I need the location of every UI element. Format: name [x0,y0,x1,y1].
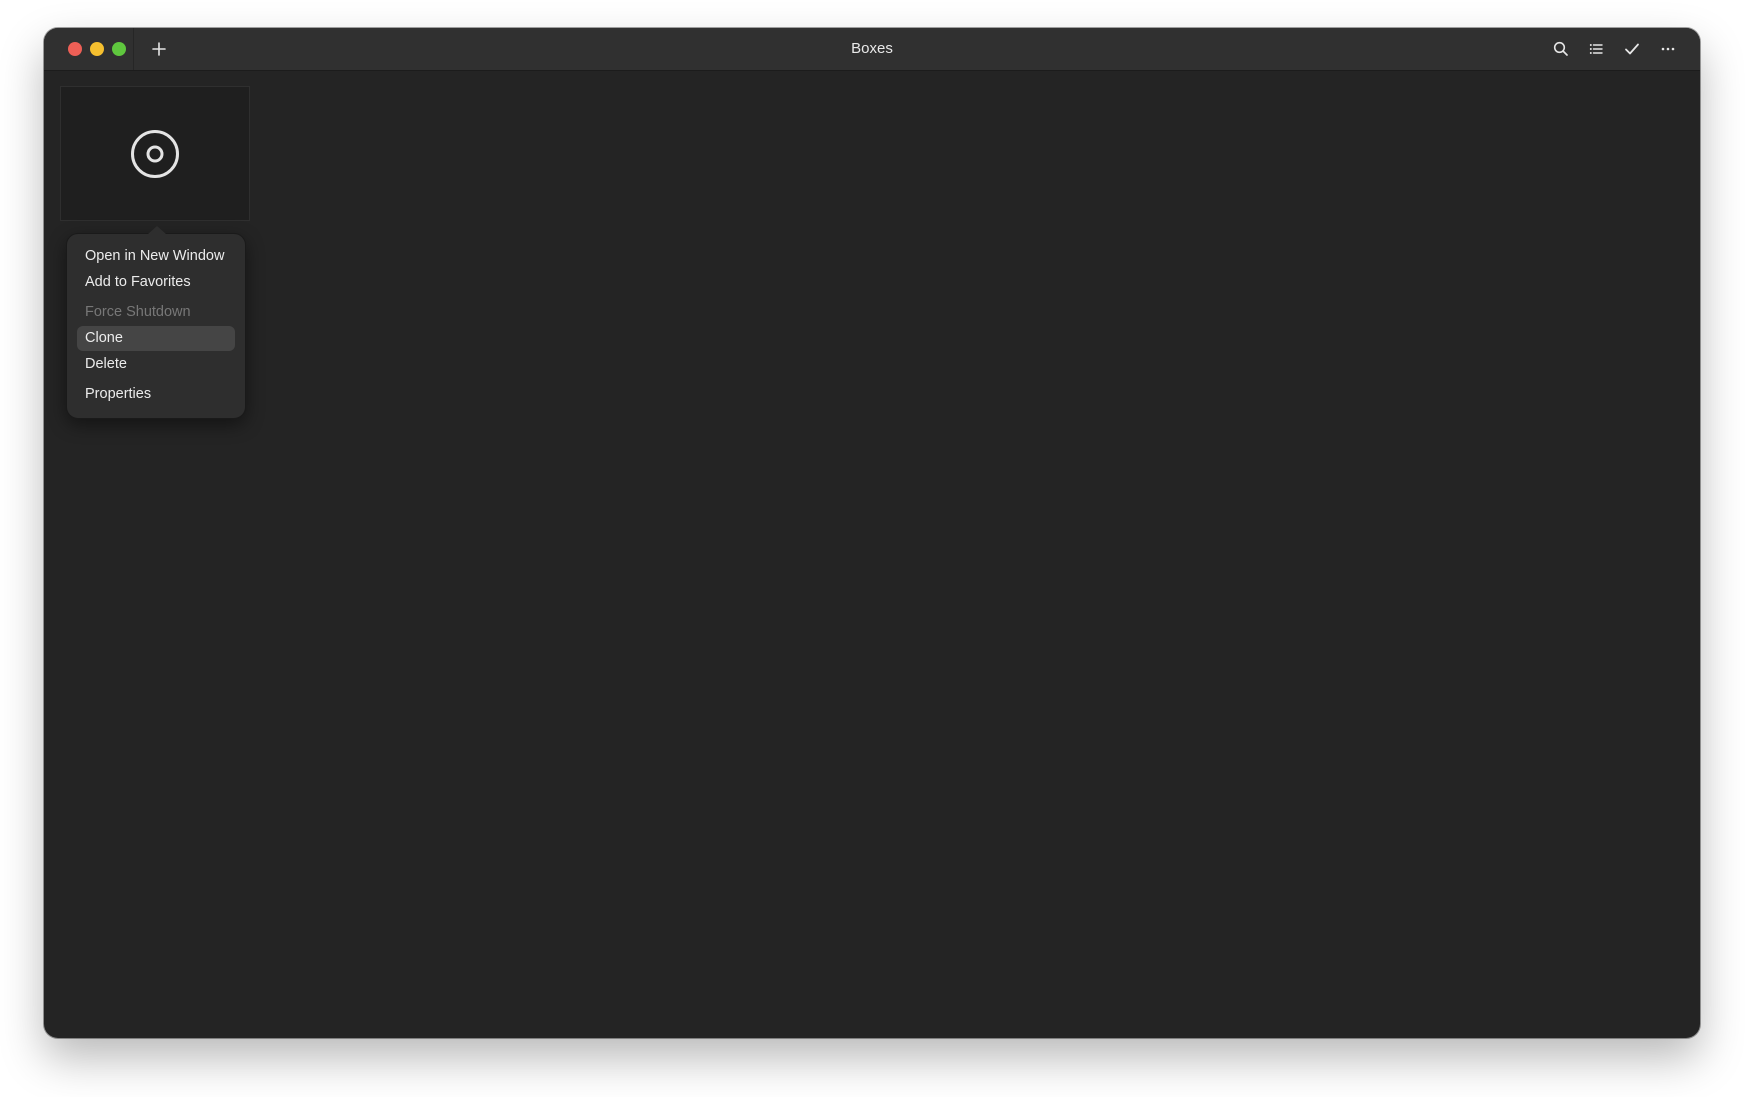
maximize-window-button[interactable] [112,42,126,56]
menu-item-open-in-new-window[interactable]: Open in New Window [77,244,235,269]
minimize-window-button[interactable] [90,42,104,56]
new-box-button[interactable] [147,37,171,61]
more-icon [1661,47,1675,51]
window-title: Boxes [851,40,893,57]
boxes-window: Boxes Open in New Window Add to Favorite… [44,28,1700,1038]
menu-item-force-shutdown: Force Shutdown [85,304,191,320]
popover-arrow [148,226,166,234]
menu-item-clone[interactable]: Clone [77,326,235,351]
box-thumbnail[interactable] [60,86,250,221]
menu-item-properties[interactable]: Properties [77,382,235,407]
plus-icon [152,42,166,56]
search-icon [1553,41,1568,56]
list-view-button[interactable] [1584,37,1608,61]
list-view-icon [1589,44,1603,54]
title-bar: Boxes [44,28,1700,71]
menu-item-delete[interactable]: Delete [77,352,235,377]
disc-icon [131,129,179,178]
boxes-collection-view: Open in New Window Add to Favorites Forc… [44,71,1700,1038]
search-button[interactable] [1549,37,1573,61]
menu-item-add-to-favorites[interactable]: Add to Favorites [77,270,235,295]
close-window-button[interactable] [68,42,82,56]
box-context-menu: Open in New Window Add to Favorites Forc… [66,226,246,419]
titlebar-divider [133,28,134,70]
selection-mode-button[interactable] [1620,37,1644,61]
main-menu-button[interactable] [1656,37,1680,61]
checkmark-icon [1625,43,1639,55]
